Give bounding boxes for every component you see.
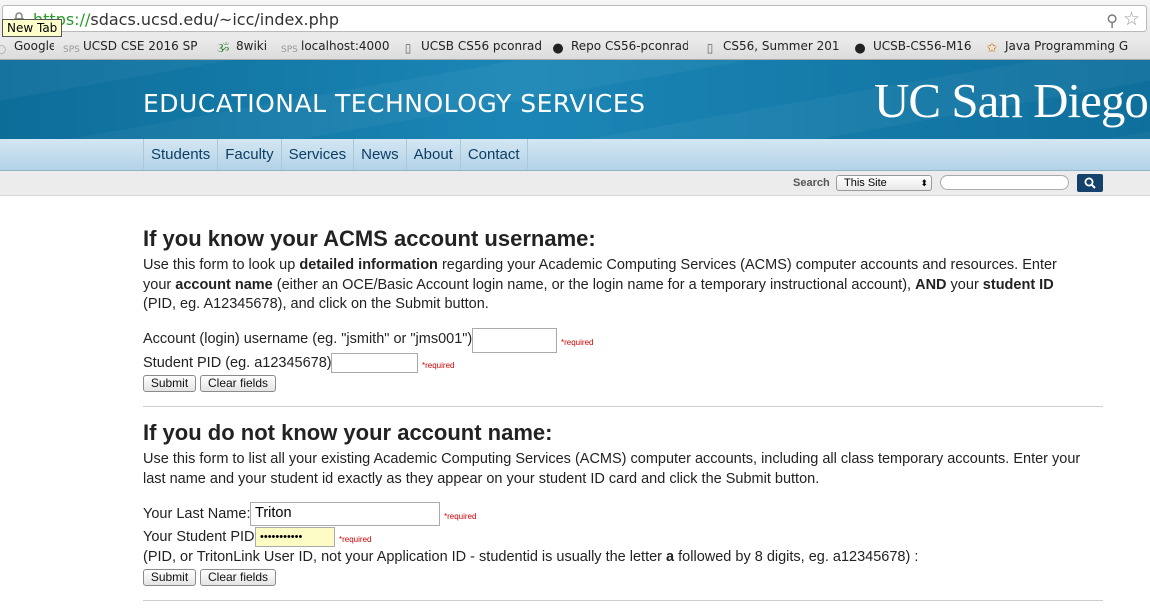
lastname-label: Your Last Name:	[143, 506, 251, 522]
main-navigation: Students Faculty Services News About Con…	[0, 139, 1150, 171]
address-bar[interactable]: https://sdacs.ucsd.edu/~icc/index.php ⚲ …	[2, 5, 1147, 32]
spis-icon: SPS	[63, 45, 80, 55]
search-button[interactable]	[1077, 174, 1103, 192]
bookmark-ucsb-cs56-m16[interactable]: ● UCSB-CS56-M16	[853, 39, 978, 55]
search-icon	[1084, 177, 1096, 189]
ucsd-logo[interactable]: UC San Diego	[874, 72, 1149, 129]
bookmarks-bar: ◯ Google SPS UCSD CSE 2016 SPIS ૐ 8wiki SPS…	[0, 37, 1150, 60]
student-pid-label: Your Student PID	[143, 529, 255, 545]
required-marker: *required	[422, 361, 455, 370]
bookmark-spis[interactable]: SPS UCSD CSE 2016 SPIS	[63, 39, 198, 59]
bookmark-java[interactable]: ✩ Java Programming G	[985, 39, 1150, 55]
bookmark-star-icon[interactable]: ☆	[1123, 8, 1140, 31]
submit-button[interactable]: Submit	[143, 569, 196, 586]
username-label: Account (login) username (eg. "jsmith" o…	[143, 331, 477, 347]
nav-students[interactable]: Students	[144, 139, 219, 170]
search-input[interactable]	[940, 175, 1069, 190]
nav-about[interactable]: About	[407, 139, 461, 170]
student-pid-input[interactable]: •••••••••••	[255, 527, 335, 547]
nav-services[interactable]: Services	[282, 139, 355, 170]
bookmark-ucsb-cs56[interactable]: ▯ UCSB CS56 pconrad |	[401, 39, 541, 55]
divider	[143, 600, 1103, 601]
key-icon[interactable]: ⚲	[1106, 11, 1118, 31]
spis-icon: SPS	[281, 45, 298, 55]
section-heading-unknown-username: If you do not know your account name:	[143, 420, 553, 445]
github-icon: ●	[552, 41, 564, 55]
bookmark-google[interactable]: ◯ Google	[0, 39, 54, 59]
select-arrows-icon: ⬍	[920, 178, 928, 188]
url-text: https://sdacs.ucsd.edu/~icc/index.php	[33, 10, 340, 29]
browser-toolbar: https://sdacs.ucsd.edu/~icc/index.php ⚲ …	[0, 0, 1150, 37]
required-marker: *required	[561, 338, 594, 347]
bookmark-8wiki[interactable]: ૐ 8wiki	[216, 39, 271, 55]
bookmark-repo-cs56[interactable]: ● Repo CS56-pconrad	[551, 39, 688, 55]
username-input[interactable]	[472, 328, 557, 353]
nav-faculty[interactable]: Faculty	[218, 139, 282, 170]
page-icon: ▯	[706, 41, 714, 55]
search-scope-select[interactable]: This Site ⬍	[836, 175, 932, 191]
globe-icon: ◯	[0, 45, 7, 55]
nav-news[interactable]: News	[354, 139, 407, 170]
pid-label: Student PID (eg. a12345678):	[143, 355, 336, 371]
clear-fields-button[interactable]: Clear fields	[200, 569, 276, 586]
required-marker: *required	[444, 512, 477, 521]
pid-note: (PID, or TritonLink User ID, not your Ap…	[143, 549, 919, 565]
divider	[143, 406, 1103, 407]
pid-input[interactable]	[331, 353, 418, 373]
lastname-input[interactable]: Triton	[250, 502, 440, 526]
tooltip: New Tab	[2, 19, 63, 37]
section-heading-known-username: If you know your ACMS account username:	[143, 226, 596, 251]
star-bookmark-icon: ✩	[986, 41, 998, 55]
bookmark-localhost[interactable]: SPS localhost:4000	[281, 39, 391, 59]
page-icon: ▯	[404, 41, 412, 55]
site-title[interactable]: EDUCATIONAL TECHNOLOGY SERVICES	[143, 89, 646, 118]
8wiki-icon: ૐ	[216, 41, 230, 55]
search-label: Search	[793, 177, 830, 189]
section-description: Use this form to list all your existing …	[143, 451, 1081, 487]
clear-fields-button[interactable]: Clear fields	[200, 375, 276, 392]
required-marker: *required	[339, 535, 372, 544]
search-bar: Search This Site ⬍	[0, 171, 1150, 196]
submit-button[interactable]: Submit	[143, 375, 196, 392]
site-header: EDUCATIONAL TECHNOLOGY SERVICES UC San D…	[0, 60, 1150, 139]
nav-contact[interactable]: Contact	[461, 139, 528, 170]
section-description: Use this form to look up detailed inform…	[143, 257, 1057, 312]
github-icon: ●	[854, 41, 866, 55]
bookmark-cs56-summer[interactable]: ▯ CS56, Summer 2016	[703, 39, 840, 55]
